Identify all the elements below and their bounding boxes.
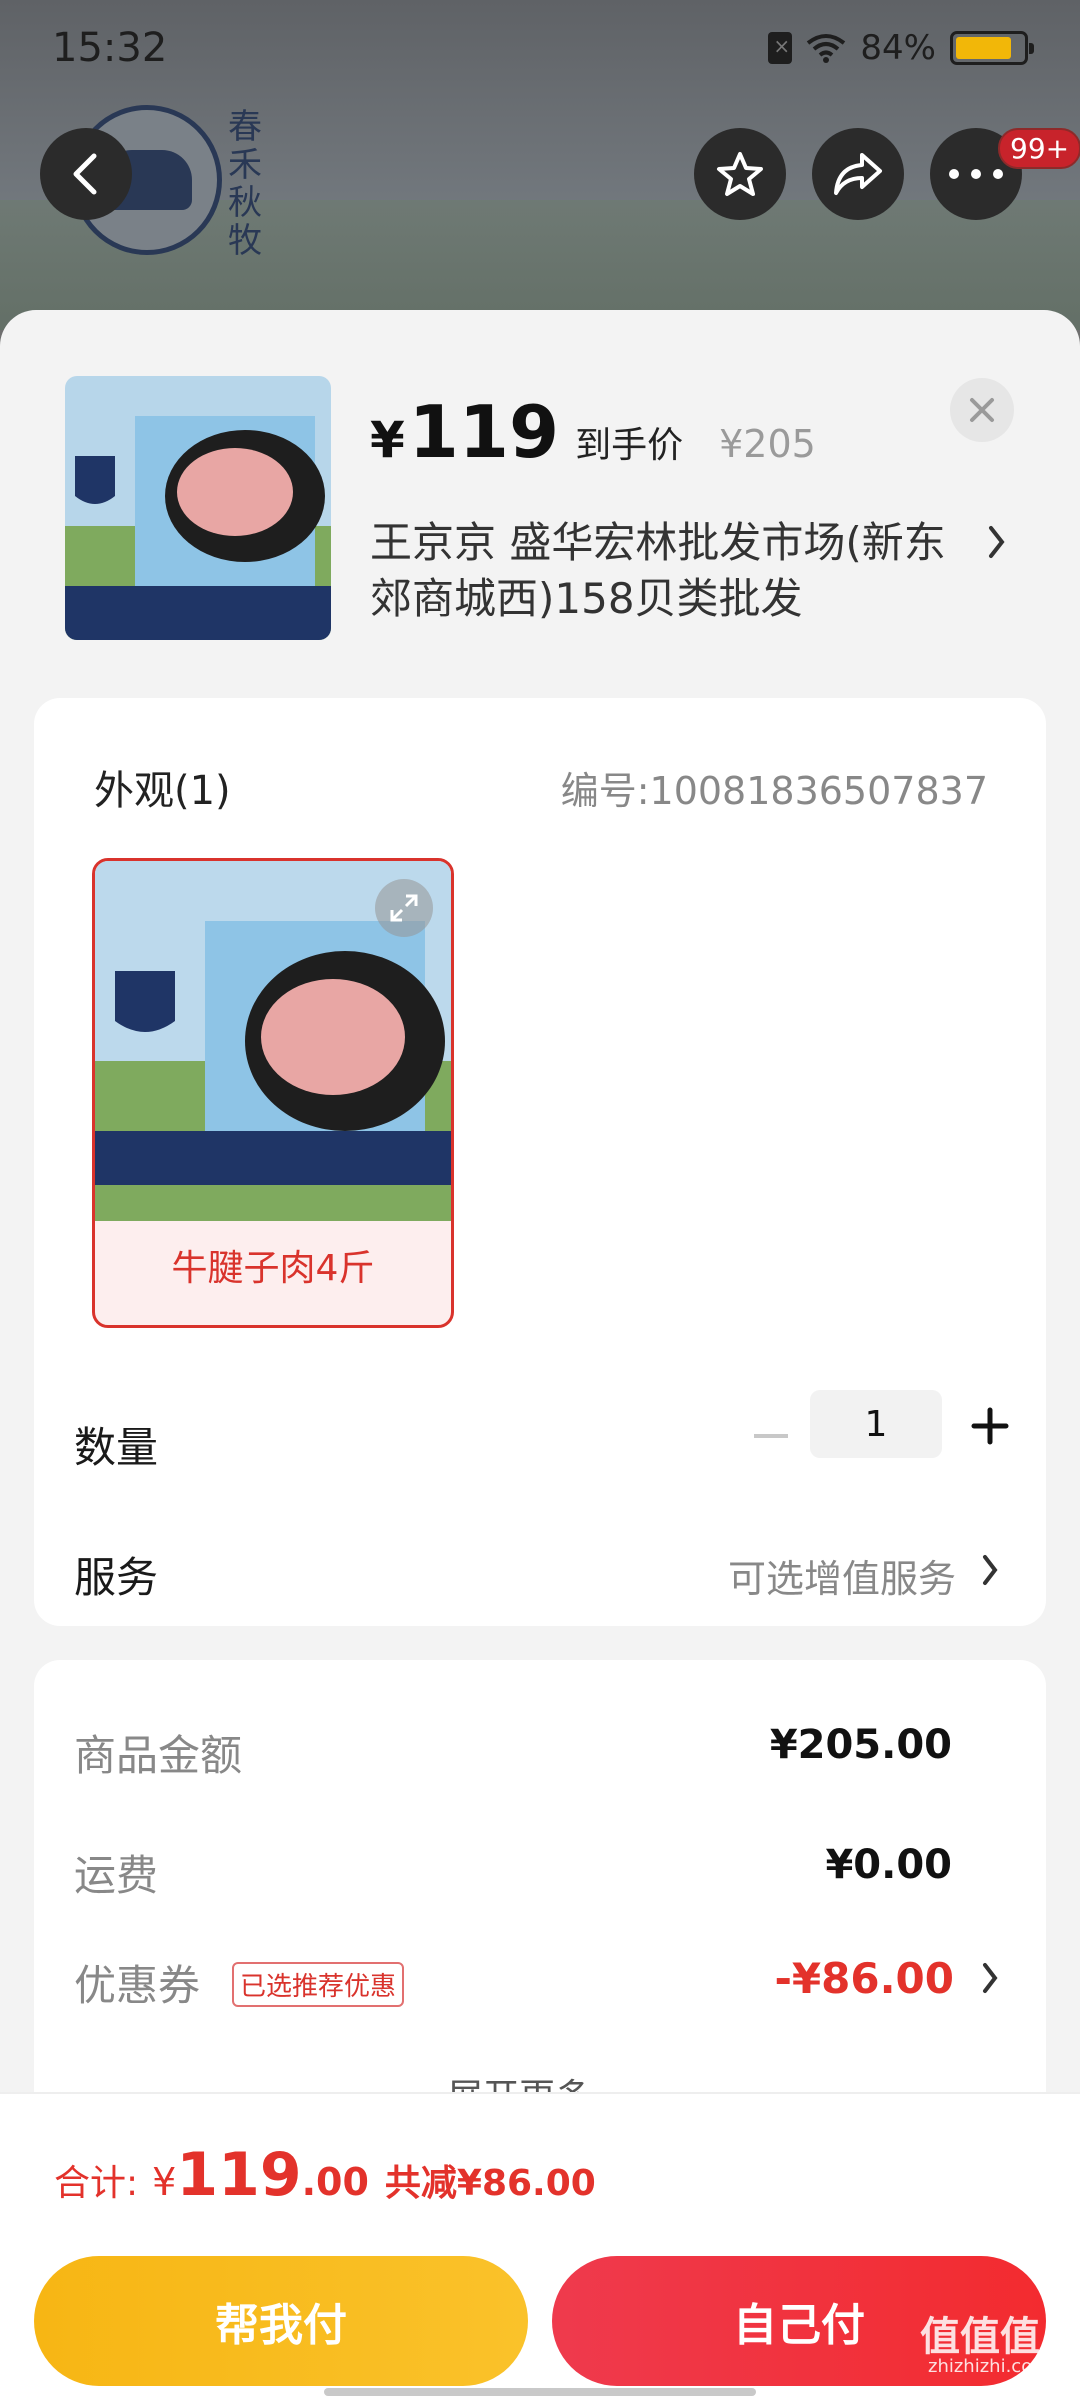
quantity-increase-button[interactable] bbox=[964, 1400, 1016, 1452]
variant-option-selected[interactable]: 牛腱子肉4斤 bbox=[92, 858, 454, 1328]
total-decimal: .00 bbox=[301, 2160, 369, 2204]
price-row: ¥ 119 到手价 ¥205 bbox=[370, 390, 816, 474]
checkout-bar: 合计: ¥ 119 .00 共减¥86.00 帮我付 自己付 值值值 zhizh… bbox=[0, 2092, 1080, 2400]
sku-code: 编号:10081836507837 bbox=[560, 769, 988, 813]
quantity-decrease-button[interactable] bbox=[746, 1406, 796, 1466]
back-button[interactable] bbox=[40, 128, 132, 220]
coupon-label: 优惠券 bbox=[74, 1961, 201, 2010]
sku-sheet: ¥ 119 到手价 ¥205 王京京 盛华宏林批发市场(新东郊商城西)158贝类… bbox=[0, 310, 1080, 2400]
close-icon bbox=[970, 398, 994, 422]
chevron-right-icon bbox=[983, 1963, 998, 1993]
watermark-url: zhizhizhi.com bbox=[928, 2356, 1050, 2377]
status-time: 15:32 bbox=[52, 24, 168, 71]
spec-card: 外观(1) 编号:10081836507837 牛腱子肉4斤 数量 1 服务 可… bbox=[34, 698, 1046, 1626]
shipping-value: ¥0.00 bbox=[825, 1842, 952, 1888]
total-discount: 共减¥86.00 bbox=[384, 2163, 596, 2204]
price-symbol: ¥ bbox=[370, 411, 405, 469]
quantity-label: 数量 bbox=[74, 1423, 159, 1472]
battery-fill bbox=[956, 36, 1012, 59]
variant-label: 牛腱子肉4斤 bbox=[171, 1248, 375, 1289]
original-price: ¥205 bbox=[719, 422, 816, 466]
service-label: 服务 bbox=[74, 1553, 159, 1602]
shipping-label: 运费 bbox=[74, 1851, 159, 1900]
minus-icon bbox=[754, 1434, 788, 1438]
status-bar: 15:32 84% bbox=[0, 0, 1080, 95]
home-indicator[interactable] bbox=[324, 2388, 756, 2396]
battery-percent: 84% bbox=[860, 27, 936, 68]
sheet-header: ¥ 119 到手价 ¥205 王京京 盛华宏林批发市场(新东郊商城西)158贝类… bbox=[0, 310, 1080, 690]
goods-amount-label: 商品金额 bbox=[74, 1731, 243, 1780]
coupon-tag: 已选推荐优惠 bbox=[232, 1962, 405, 2007]
chevron-right-icon bbox=[989, 526, 1005, 558]
status-icons: 84% bbox=[768, 27, 1034, 68]
watermark: 值值值 bbox=[920, 2314, 1040, 2360]
close-button[interactable] bbox=[950, 378, 1014, 442]
quantity-value[interactable]: 1 bbox=[810, 1390, 942, 1458]
favorite-button[interactable] bbox=[694, 128, 786, 220]
product-thumbnail[interactable] bbox=[65, 376, 331, 640]
wifi-icon bbox=[807, 33, 846, 63]
total-amount: 119 bbox=[176, 2140, 302, 2210]
battery-icon bbox=[950, 30, 1034, 65]
appearance-title: 外观(1) bbox=[94, 768, 231, 814]
chevron-right-icon bbox=[983, 1555, 998, 1585]
share-icon bbox=[834, 153, 882, 195]
shop-name[interactable]: 王京京 盛华宏林批发市场(新东郊商城西)158贝类批发 bbox=[370, 515, 970, 627]
star-icon bbox=[717, 152, 763, 196]
chevron-left-icon bbox=[73, 153, 97, 195]
more-dots-icon bbox=[949, 169, 1003, 179]
total-symbol: ¥ bbox=[152, 2160, 177, 2204]
zoom-icon[interactable] bbox=[375, 879, 433, 937]
service-value[interactable]: 可选增值服务 bbox=[728, 1548, 956, 1603]
total-line: 合计: ¥ 119 .00 共减¥86.00 bbox=[54, 2140, 596, 2210]
brand-name: 春禾秋牧 bbox=[228, 107, 262, 261]
share-button[interactable] bbox=[812, 128, 904, 220]
price-value: 119 bbox=[408, 390, 560, 474]
coupon-value[interactable]: -¥86.00 bbox=[774, 1954, 954, 2003]
sim-icon bbox=[768, 31, 793, 64]
help-pay-button[interactable]: 帮我付 bbox=[34, 2256, 528, 2386]
goods-amount-value: ¥205.00 bbox=[769, 1722, 952, 1768]
total-label: 合计: bbox=[54, 2163, 139, 2204]
notification-badge: 99+ bbox=[998, 128, 1080, 169]
price-tag: 到手价 bbox=[575, 425, 684, 466]
